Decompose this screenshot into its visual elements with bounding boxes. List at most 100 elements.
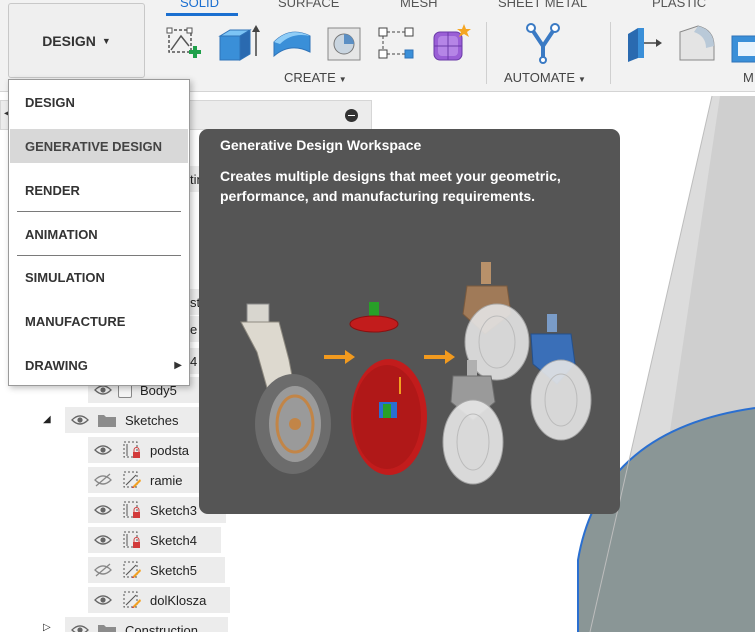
menu-item-label: ANIMATION xyxy=(25,226,98,242)
folder-icon xyxy=(98,415,116,427)
menu-item-label: SIMULATION xyxy=(25,269,105,285)
workspace-menu: DESIGN GENERATIVE DESIGN RENDER ANIMATIO… xyxy=(8,79,190,386)
original-caster-image xyxy=(240,303,331,474)
create-sketch-icon xyxy=(166,27,201,58)
group-automate-label[interactable]: AUTOMATE ▼ xyxy=(504,70,586,85)
extrude-icon xyxy=(218,25,260,61)
setup-image xyxy=(349,302,427,475)
automate-icon xyxy=(526,23,560,64)
menu-divider xyxy=(17,255,181,256)
submenu-arrow-icon: ▶ xyxy=(174,359,182,371)
workspace-switcher-button[interactable]: DESIGN ▼ xyxy=(8,3,145,78)
tree-item-sketch[interactable]: Sketch4 xyxy=(88,527,221,553)
chamfer-button[interactable] xyxy=(728,22,755,64)
workspace-switcher-label: DESIGN xyxy=(42,32,96,49)
outcome-caster-blue xyxy=(530,314,592,441)
tree-item-sketch[interactable]: dolKlosza xyxy=(88,587,230,613)
revolve-button[interactable] xyxy=(270,22,311,64)
sketch-locked-icon xyxy=(122,500,142,520)
tree-item-label: ramie xyxy=(150,472,183,488)
extrude-button[interactable] xyxy=(216,22,260,64)
menu-item-drawing[interactable]: DRAWING ▶ xyxy=(10,348,188,382)
tab-solid[interactable]: SOLID xyxy=(180,0,219,10)
menu-item-manufacture[interactable]: MANUFACTURE xyxy=(10,304,188,338)
expand-triangle-icon[interactable]: ▷ xyxy=(43,622,51,632)
toolbar-divider xyxy=(486,22,487,84)
workspace-tooltip: Generative Design Workspace Creates mult… xyxy=(199,129,620,514)
tab-mesh[interactable]: MESH xyxy=(400,0,438,10)
visibility-eye-icon[interactable] xyxy=(92,592,114,608)
visibility-eye-icon[interactable] xyxy=(69,412,91,428)
hidden-eye-icon[interactable] xyxy=(92,472,114,488)
tree-item-label: Sketch3 xyxy=(150,502,197,518)
press-pull-button[interactable] xyxy=(624,22,664,64)
automate-button[interactable] xyxy=(523,22,563,64)
tree-item-label: dolKlosza xyxy=(150,592,207,608)
menu-item-label: DESIGN xyxy=(25,94,75,110)
visibility-eye-icon[interactable] xyxy=(92,442,114,458)
tree-item-sketch[interactable]: Sketch5 xyxy=(88,557,225,583)
menu-item-label: GENERATIVE DESIGN xyxy=(25,138,163,154)
sketch-locked-icon xyxy=(122,530,142,550)
sketch-edit-icon xyxy=(122,590,142,610)
tree-folder-construction[interactable]: Construction xyxy=(65,617,228,632)
tree-row-label: e xyxy=(190,321,198,337)
fillet-icon xyxy=(679,25,715,61)
menu-item-label: RENDER xyxy=(25,182,80,198)
sketch-locked-icon xyxy=(122,440,142,460)
create-sketch-button[interactable] xyxy=(163,22,203,64)
menu-item-animation[interactable]: ANIMATION xyxy=(10,217,188,251)
tree-item-label: Sketch4 xyxy=(150,532,197,548)
menu-item-render[interactable]: RENDER xyxy=(10,173,188,207)
menu-item-label: DRAWING xyxy=(25,357,88,373)
pattern-button[interactable] xyxy=(376,22,416,64)
tree-folder-label: Construction xyxy=(125,622,198,632)
form-icon xyxy=(433,24,471,61)
tooltip-title: Generative Design Workspace xyxy=(220,137,422,153)
sketch-edit-icon xyxy=(122,470,142,490)
generative-design-illustration xyxy=(240,262,592,485)
hidden-eye-icon[interactable] xyxy=(92,562,114,578)
group-create-text: CREATE xyxy=(284,70,336,85)
chamfer-icon xyxy=(731,35,755,63)
pattern-icon xyxy=(378,27,414,59)
active-tab-indicator xyxy=(166,13,238,16)
visibility-eye-icon[interactable] xyxy=(69,622,91,632)
menu-divider xyxy=(17,211,181,212)
chevron-down-icon: ▼ xyxy=(101,35,111,46)
arrow-icon xyxy=(424,350,455,364)
tree-item-label: Sketch5 xyxy=(150,562,197,578)
menu-item-generative-design[interactable]: GENERATIVE DESIGN xyxy=(10,129,188,163)
tooltip-description: Creates multiple designs that meet your … xyxy=(220,168,561,204)
tree-item-label: podsta xyxy=(150,442,190,458)
revolve-icon xyxy=(273,31,311,58)
tab-surface[interactable]: SURFACE xyxy=(278,0,339,10)
expand-triangle-icon[interactable]: ◢ xyxy=(43,414,51,425)
shell-button[interactable] xyxy=(324,22,364,64)
tab-sheet-metal[interactable]: SHEET METAL xyxy=(498,0,587,10)
sketch-edit-icon xyxy=(122,560,142,580)
fillet-button[interactable] xyxy=(676,22,716,64)
press-pull-icon xyxy=(628,28,662,62)
tree-folder-sketches[interactable]: Sketches xyxy=(65,407,206,433)
tree-item-sketch[interactable]: ramie xyxy=(88,467,201,493)
folder-icon xyxy=(98,625,116,632)
minimize-panel-icon[interactable] xyxy=(345,109,358,122)
toolbar-divider xyxy=(610,22,611,84)
menu-item-simulation[interactable]: SIMULATION xyxy=(10,260,188,294)
visibility-eye-icon[interactable] xyxy=(92,502,114,518)
tree-row-label: 4 xyxy=(190,353,198,369)
chevron-down-icon: ▼ xyxy=(578,75,586,84)
tree-folder-label: Sketches xyxy=(125,412,179,428)
create-form-button[interactable] xyxy=(430,22,471,64)
chevron-down-icon: ▼ xyxy=(338,75,347,84)
arrow-icon xyxy=(324,350,355,364)
visibility-eye-icon[interactable] xyxy=(92,532,114,548)
menu-item-label: MANUFACTURE xyxy=(25,313,126,329)
group-modify-label[interactable]: M xyxy=(743,70,754,85)
tab-plastic[interactable]: PLASTIC xyxy=(652,0,706,10)
group-create-label[interactable]: CREATE ▼ xyxy=(284,70,347,85)
menu-item-design[interactable]: DESIGN xyxy=(10,85,188,119)
group-automate-text: AUTOMATE xyxy=(504,70,576,85)
shell-icon xyxy=(327,27,361,61)
